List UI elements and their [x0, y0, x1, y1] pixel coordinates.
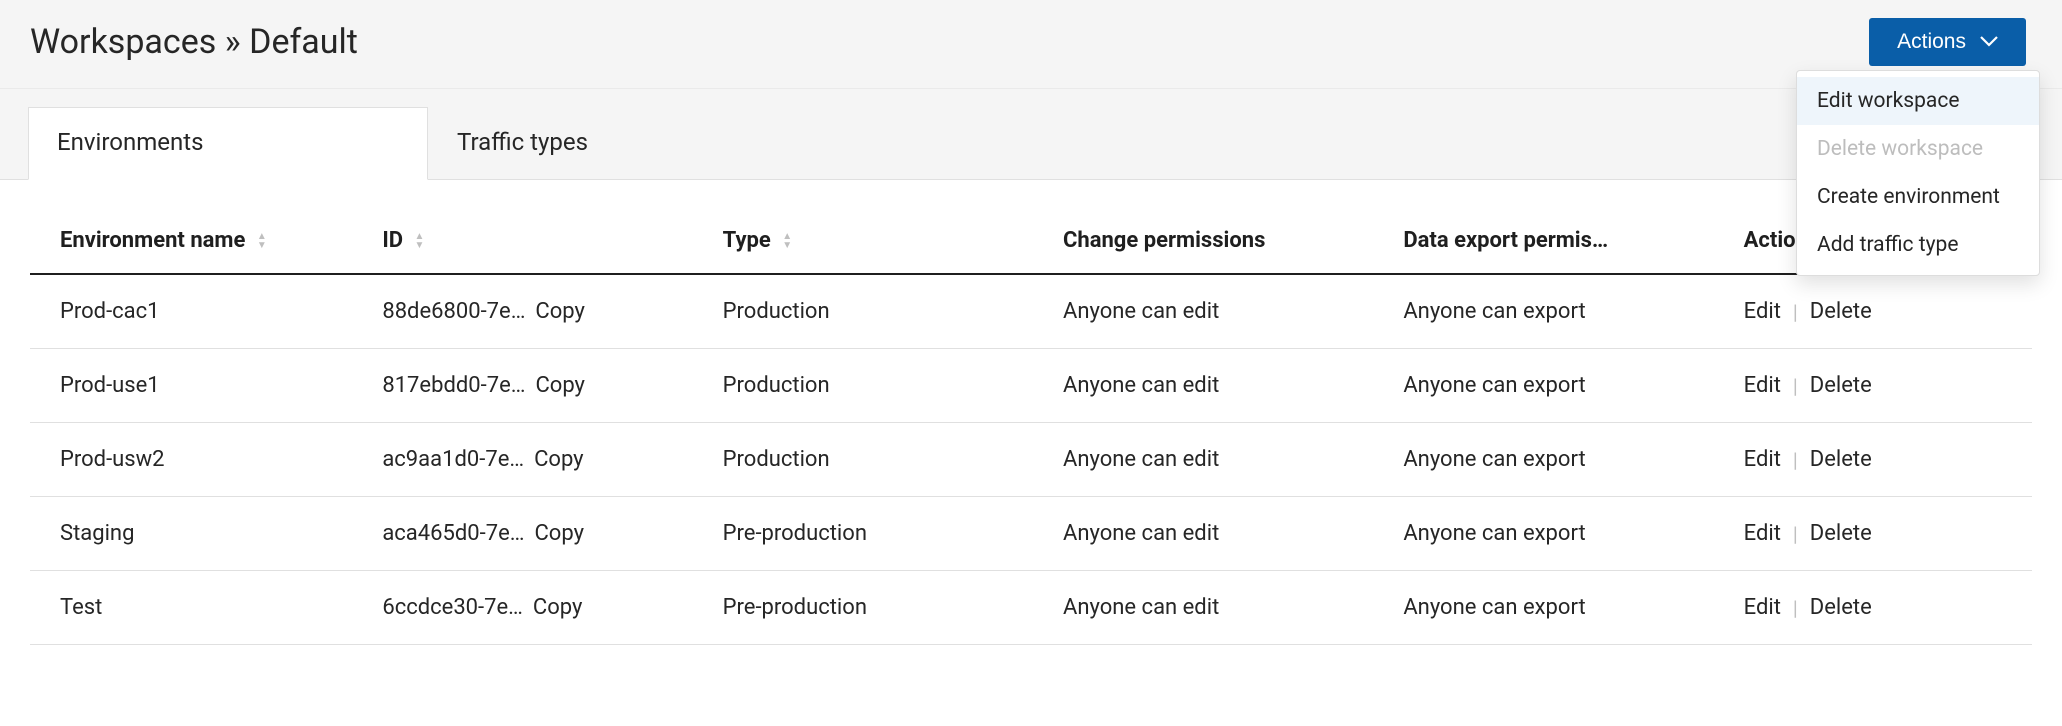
cell-type: Pre-production: [711, 571, 1051, 645]
delete-button[interactable]: Delete: [1810, 373, 1872, 398]
cell-export: Anyone can export: [1391, 274, 1731, 349]
col-header-change-label: Change permissions: [1063, 228, 1265, 253]
cell-id: 817ebdd0-7e… Copy: [370, 349, 710, 423]
cell-type: Production: [711, 274, 1051, 349]
dropdown-item-edit-workspace[interactable]: Edit workspace: [1797, 77, 2039, 125]
breadcrumb-root[interactable]: Workspaces: [30, 22, 216, 62]
col-header-change: Change permissions: [1051, 208, 1391, 274]
edit-button[interactable]: Edit: [1744, 595, 1781, 620]
breadcrumb: Workspaces » Default: [30, 22, 358, 62]
copy-button[interactable]: Copy: [533, 595, 583, 620]
col-header-type[interactable]: Type ▲▼: [711, 208, 1051, 274]
edit-button[interactable]: Edit: [1744, 447, 1781, 472]
sort-icon: ▲▼: [257, 232, 267, 250]
actions-button-label: Actions: [1897, 30, 1966, 54]
cell-actions: Edit | Delete: [1732, 274, 2032, 349]
breadcrumb-sep: »: [216, 22, 249, 62]
col-header-name[interactable]: Environment name ▲▼: [30, 208, 370, 274]
cell-export: Anyone can export: [1391, 423, 1731, 497]
cell-change: Anyone can edit: [1051, 571, 1391, 645]
copy-button[interactable]: Copy: [534, 447, 584, 472]
cell-id: aca465d0-7e… Copy: [370, 497, 710, 571]
table-row: Prod-cac1 88de6800-7e… Copy Production A…: [30, 274, 2032, 349]
table-row: Prod-use1 817ebdd0-7e… Copy Production A…: [30, 349, 2032, 423]
cell-actions: Edit | Delete: [1732, 497, 2032, 571]
col-header-name-label: Environment name: [60, 228, 245, 253]
table-body: Prod-cac1 88de6800-7e… Copy Production A…: [30, 274, 2032, 645]
breadcrumb-leaf: Default: [249, 22, 358, 62]
cell-export: Anyone can export: [1391, 349, 1731, 423]
cell-id: 88de6800-7e… Copy: [370, 274, 710, 349]
copy-button[interactable]: Copy: [534, 521, 584, 546]
col-header-type-label: Type: [723, 228, 771, 253]
dropdown-item-delete-workspace: Delete workspace: [1797, 125, 2039, 173]
col-header-id-label: ID: [382, 228, 403, 253]
tab-environments[interactable]: Environments: [28, 107, 428, 180]
delete-button[interactable]: Delete: [1810, 521, 1872, 546]
sort-icon: ▲▼: [415, 232, 425, 250]
cell-id-value: 6ccdce30-7e…: [382, 595, 523, 620]
edit-button[interactable]: Edit: [1744, 373, 1781, 398]
sort-icon: ▲▼: [782, 232, 792, 250]
table-row: Prod-usw2 ac9aa1d0-7e… Copy Production A…: [30, 423, 2032, 497]
table-wrap: Environment name ▲▼ ID ▲▼ Type ▲▼ Change…: [0, 180, 2062, 645]
cell-id-value: 817ebdd0-7e…: [382, 373, 525, 398]
edit-button[interactable]: Edit: [1744, 521, 1781, 546]
header-bar: Workspaces » Default Actions: [0, 0, 2062, 89]
delete-button[interactable]: Delete: [1810, 447, 1872, 472]
copy-button[interactable]: Copy: [535, 299, 585, 324]
cell-id: 6ccdce30-7e… Copy: [370, 571, 710, 645]
cell-id-value: aca465d0-7e…: [382, 521, 524, 546]
cell-name: Prod-use1: [30, 349, 370, 423]
cell-actions: Edit | Delete: [1732, 349, 2032, 423]
dropdown-item-create-environment[interactable]: Create environment: [1797, 173, 2039, 221]
delete-button[interactable]: Delete: [1810, 299, 1872, 324]
chevron-down-icon: [1980, 36, 1998, 48]
environments-table: Environment name ▲▼ ID ▲▼ Type ▲▼ Change…: [30, 208, 2032, 645]
table-row: Staging aca465d0-7e… Copy Pre-production…: [30, 497, 2032, 571]
separator: |: [1793, 448, 1798, 472]
edit-button[interactable]: Edit: [1744, 299, 1781, 324]
cell-id-value: ac9aa1d0-7e…: [382, 447, 524, 472]
actions-dropdown: Edit workspace Delete workspace Create e…: [1796, 70, 2040, 276]
cell-name: Staging: [30, 497, 370, 571]
tab-traffic-types[interactable]: Traffic types: [428, 107, 828, 179]
cell-export: Anyone can export: [1391, 571, 1731, 645]
cell-export: Anyone can export: [1391, 497, 1731, 571]
cell-type: Production: [711, 349, 1051, 423]
copy-button[interactable]: Copy: [535, 373, 585, 398]
cell-name: Prod-usw2: [30, 423, 370, 497]
col-header-export-label: Data export permis…: [1403, 228, 1608, 253]
cell-change: Anyone can edit: [1051, 274, 1391, 349]
separator: |: [1793, 522, 1798, 546]
actions-button[interactable]: Actions: [1869, 18, 2026, 66]
delete-button[interactable]: Delete: [1810, 595, 1872, 620]
separator: |: [1793, 596, 1798, 620]
cell-change: Anyone can edit: [1051, 423, 1391, 497]
tabs-bar: Environments Traffic types: [0, 89, 2062, 180]
cell-name: Prod-cac1: [30, 274, 370, 349]
cell-change: Anyone can edit: [1051, 497, 1391, 571]
dropdown-item-add-traffic-type[interactable]: Add traffic type: [1797, 221, 2039, 269]
cell-actions: Edit | Delete: [1732, 423, 2032, 497]
cell-id: ac9aa1d0-7e… Copy: [370, 423, 710, 497]
cell-change: Anyone can edit: [1051, 349, 1391, 423]
separator: |: [1793, 300, 1798, 324]
cell-id-value: 88de6800-7e…: [382, 299, 525, 324]
col-header-export: Data export permis…: [1391, 208, 1731, 274]
cell-name: Test: [30, 571, 370, 645]
separator: |: [1793, 374, 1798, 398]
table-row: Test 6ccdce30-7e… Copy Pre-production An…: [30, 571, 2032, 645]
cell-actions: Edit | Delete: [1732, 571, 2032, 645]
cell-type: Pre-production: [711, 497, 1051, 571]
cell-type: Production: [711, 423, 1051, 497]
col-header-id[interactable]: ID ▲▼: [370, 208, 710, 274]
